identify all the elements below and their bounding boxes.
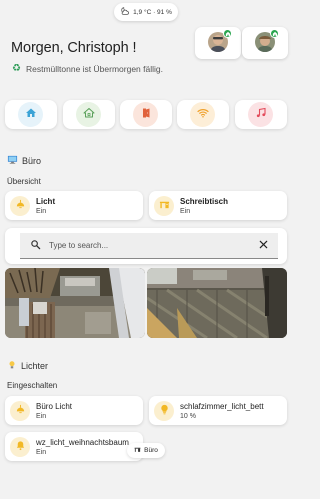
waste-notice-text: Restmülltonne ist Übermorgen fällig.	[25, 64, 163, 74]
search-icon	[20, 237, 41, 255]
desk-icon	[134, 446, 141, 455]
search-field	[20, 233, 278, 259]
waste-notice: ♻ Restmülltonne ist Übermorgen fällig.	[12, 63, 163, 75]
ceiling-light-icon	[15, 197, 26, 215]
section-title-lichter-text: Lichter	[21, 361, 49, 371]
nav-button-door[interactable]	[120, 100, 172, 129]
bell-icon	[15, 438, 26, 456]
home-status-icon	[270, 29, 279, 38]
tile-name: wz_licht_weihnachtsbaum	[36, 437, 129, 447]
tile-licht[interactable]: Licht Ein	[5, 191, 143, 220]
recycle-icon: ♻	[12, 63, 21, 74]
overview-title: Übersicht	[7, 177, 41, 186]
home-icon	[25, 106, 37, 124]
nav-button-wifi[interactable]	[177, 100, 229, 129]
close-icon	[248, 237, 269, 255]
tile-schlafzimmer-licht-bett[interactable]: schlafzimmer_licht_bett 10 %	[149, 396, 287, 425]
search-card	[5, 228, 287, 264]
tile-name: schlafzimmer_licht_bett	[180, 401, 264, 411]
desk-icon	[159, 197, 170, 215]
bulb-icon	[159, 402, 170, 420]
tile-wz-licht-weihnachtsbaum[interactable]: wz_licht_weihnachtsbaum Ein	[5, 432, 143, 461]
partly-cloudy-night-icon	[120, 6, 130, 18]
search-input[interactable]	[49, 241, 239, 250]
tile-state: 10 %	[180, 412, 196, 420]
door-icon	[140, 106, 152, 124]
desktop-computer-icon	[7, 154, 18, 167]
person-card-1[interactable]	[195, 27, 241, 59]
tile-buero-licht[interactable]: Büro Licht Ein	[5, 396, 143, 425]
tile-state: Ein	[36, 207, 47, 215]
footer-room-label: Büro	[144, 447, 158, 454]
tile-name: Büro Licht	[36, 401, 73, 411]
tile-state: Ein	[36, 448, 47, 456]
tile-schreibtisch[interactable]: Schreibtisch Ein	[149, 191, 287, 220]
tile-state: Ein	[180, 207, 191, 215]
home-status-icon	[223, 29, 232, 38]
house-outline-icon	[83, 106, 95, 124]
footer-room-chip[interactable]: Büro	[127, 443, 165, 458]
greeting-title: Morgen, Christoph !	[11, 40, 137, 56]
section-title-lichter: Lichter	[7, 360, 48, 372]
weather-text: 1,9 °C · 91 %	[133, 8, 172, 16]
camera-feed-1[interactable]	[5, 268, 145, 338]
section-title-buero: Büro	[7, 154, 41, 167]
tile-name: Licht	[36, 196, 56, 206]
nav-button-music[interactable]	[235, 100, 287, 129]
section-title-buero-text: Büro	[22, 155, 42, 166]
tile-state: Ein	[36, 412, 47, 420]
person-card-2[interactable]	[242, 27, 288, 59]
tile-name: Schreibtisch	[180, 196, 229, 206]
ceiling-light-icon	[15, 402, 26, 420]
nav-button-home[interactable]	[5, 100, 57, 129]
nav-button-house[interactable]	[63, 100, 115, 129]
lights-subtitle: Eingeschalten	[7, 381, 58, 390]
bulb-emoji-icon	[7, 360, 17, 372]
weather-chip[interactable]: 1,9 °C · 91 %	[114, 3, 178, 21]
wifi-icon	[196, 106, 209, 124]
camera-feed-2[interactable]	[147, 268, 287, 338]
clear-search-button[interactable]	[252, 240, 267, 252]
music-icon	[255, 106, 267, 124]
